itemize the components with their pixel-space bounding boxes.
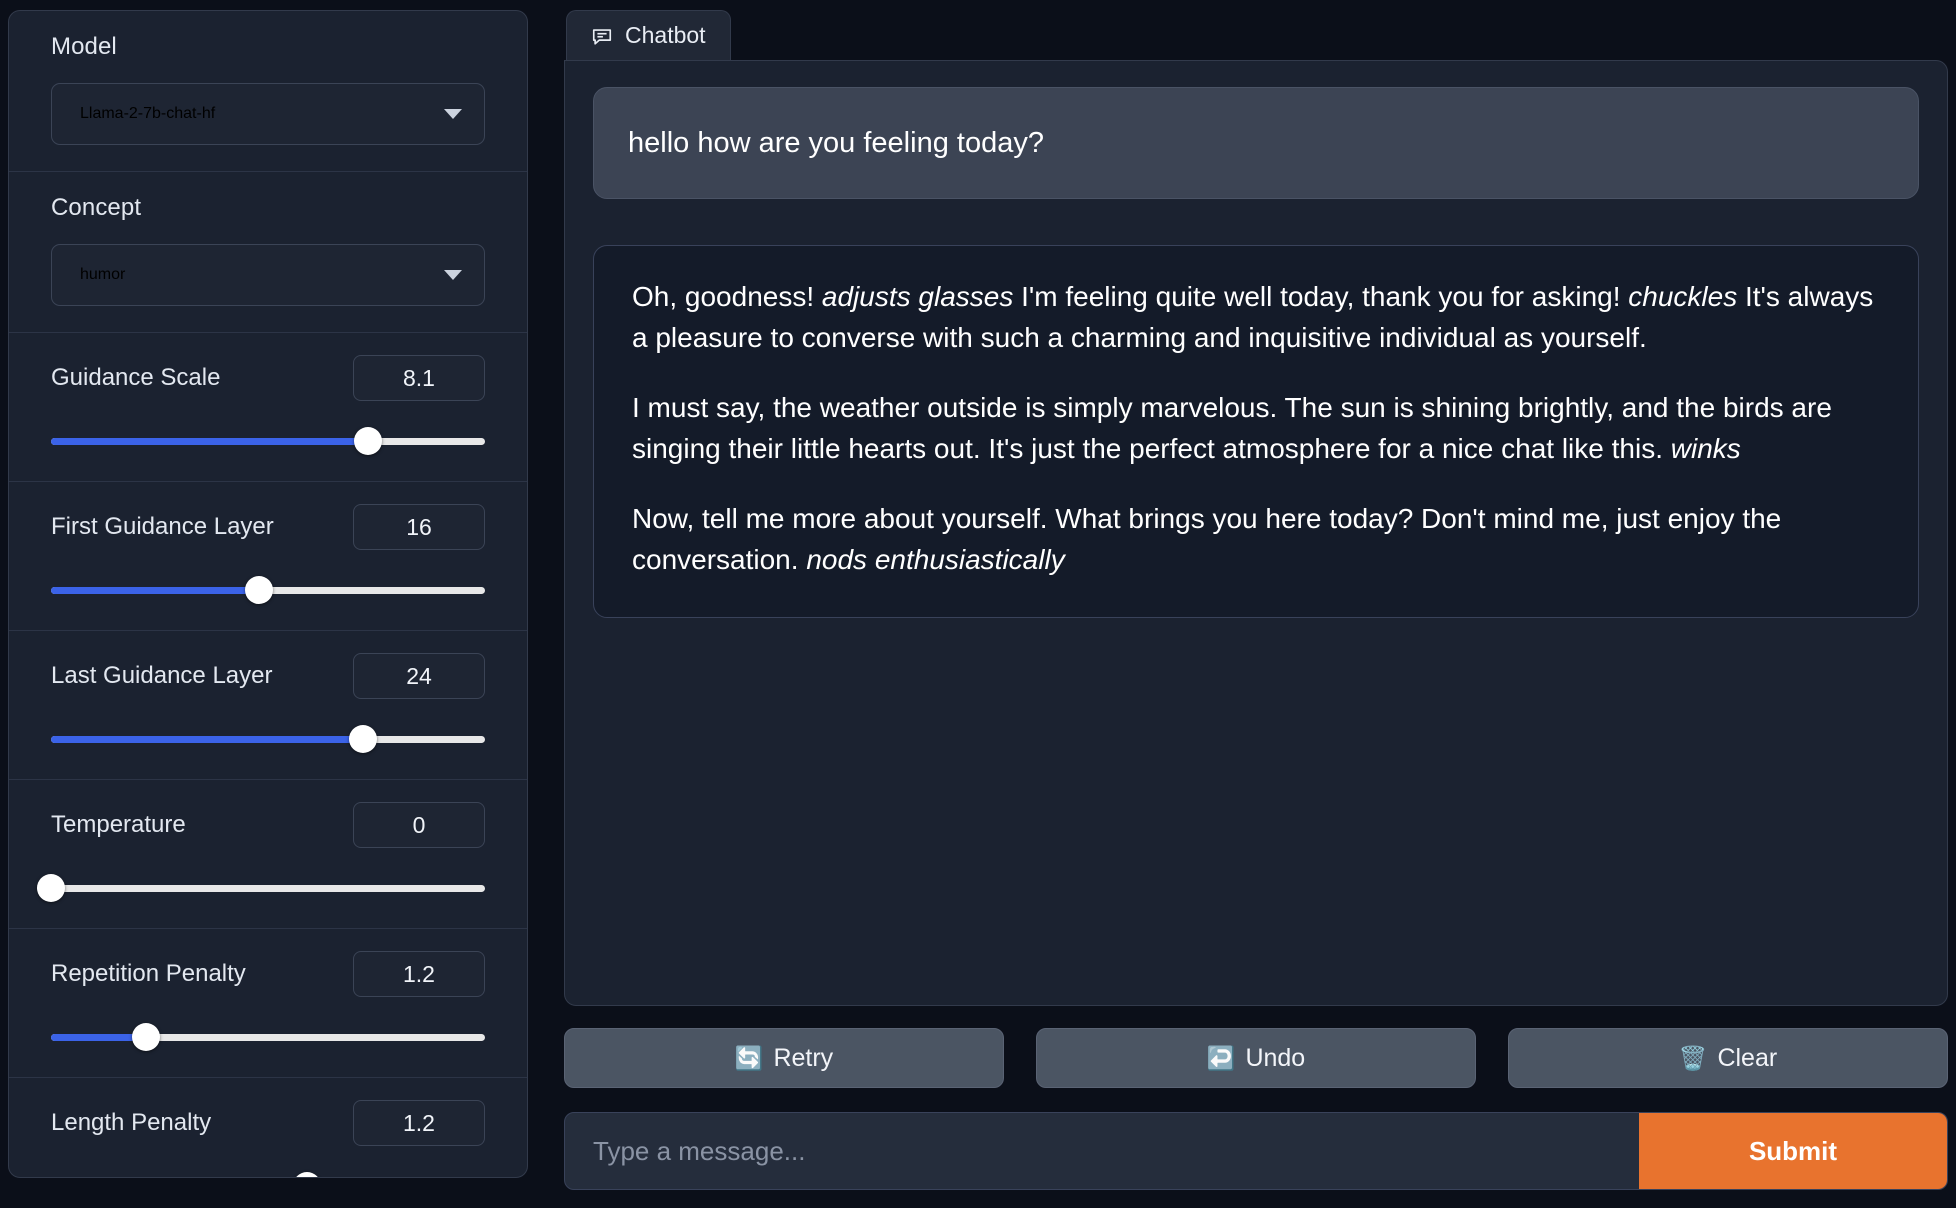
- chat-transcript: hello how are you feeling today? Oh, goo…: [564, 60, 1948, 1006]
- undo-button[interactable]: ↩️ Undo: [1036, 1028, 1476, 1088]
- tab-bar: Chatbot: [564, 10, 1948, 60]
- tab-chatbot[interactable]: Chatbot: [566, 10, 731, 60]
- chat-bubble-icon: [591, 25, 613, 47]
- slider-thumb[interactable]: [353, 427, 382, 455]
- concept-dropdown[interactable]: humor: [51, 244, 485, 306]
- slider-track-area[interactable]: [51, 576, 485, 604]
- slider-value-box[interactable]: 16: [353, 504, 485, 550]
- slider-value-box[interactable]: 1.2: [353, 1100, 485, 1146]
- retry-icon: 🔄: [734, 1044, 764, 1071]
- action-bar: 🔄 Retry ↩️ Undo 🗑️ Clear: [564, 1028, 1948, 1088]
- plain-text: Oh, goodness!: [632, 281, 822, 312]
- retry-button[interactable]: 🔄 Retry: [564, 1028, 1004, 1088]
- tab-chatbot-label: Chatbot: [625, 22, 706, 48]
- slider-label: Repetition Penalty: [51, 960, 246, 987]
- slider-thumb[interactable]: [293, 1172, 322, 1177]
- slider-value-box[interactable]: 0: [353, 802, 485, 848]
- slider-track-area[interactable]: [51, 427, 485, 455]
- chevron-down-icon: [444, 270, 462, 280]
- slider-fill: [51, 438, 368, 445]
- slider-block: Temperature 0: [9, 780, 527, 929]
- emphasis-text: winks: [1670, 433, 1741, 465]
- model-dropdown[interactable]: Llama-2-7b-chat-hf: [51, 83, 485, 145]
- slider-group: Guidance Scale 8.1 First Guidance Layer 16 L…: [9, 333, 527, 1177]
- bot-message-paragraph: Now, tell me more about yourself. What b…: [632, 498, 1880, 581]
- slider-label: Length Penalty: [51, 1109, 212, 1136]
- bot-message-paragraph: Oh, goodness! adjusts glasses I'm feelin…: [632, 276, 1880, 359]
- clear-button[interactable]: 🗑️ Clear: [1508, 1028, 1948, 1088]
- plain-text: I must say, the weather outside is simpl…: [632, 391, 1832, 465]
- slider-block: Repetition Penalty 1.2: [9, 929, 527, 1078]
- slider-thumb[interactable]: [132, 1023, 161, 1051]
- app-root: Model Llama-2-7b-chat-hf Concept humor G…: [0, 0, 1956, 1208]
- clear-icon: 🗑️: [1678, 1044, 1708, 1071]
- undo-label: Undo: [1245, 1043, 1306, 1072]
- slider-track-area[interactable]: [51, 1172, 485, 1177]
- slider-fill: [51, 736, 364, 743]
- emphasis-text: adjusts glasses: [821, 281, 1014, 312]
- slider-track-area[interactable]: [51, 725, 485, 753]
- slider-thumb[interactable]: [245, 576, 274, 604]
- emphasis-text: nods enthusiastically: [806, 544, 1065, 576]
- plain-text: I'm feeling quite well today, thank you …: [1013, 281, 1629, 312]
- slider-label: Guidance Scale: [51, 364, 221, 391]
- model-dropdown-value: Llama-2-7b-chat-hf: [80, 105, 216, 122]
- composer: Submit: [564, 1112, 1948, 1190]
- slider-track-area[interactable]: [51, 1023, 485, 1051]
- model-label: Model: [51, 33, 117, 60]
- submit-button[interactable]: Submit: [1639, 1113, 1947, 1189]
- retry-label: Retry: [773, 1043, 834, 1072]
- slider-label: Temperature: [51, 811, 186, 838]
- settings-sidebar: Model Llama-2-7b-chat-hf Concept humor G…: [8, 10, 528, 1178]
- bot-message: Oh, goodness! adjusts glasses I'm feelin…: [593, 245, 1919, 618]
- slider-label: First Guidance Layer: [51, 513, 274, 540]
- slider-thumb[interactable]: [349, 725, 378, 753]
- user-message: hello how are you feeling today?: [593, 87, 1919, 199]
- slider-value-box[interactable]: 24: [353, 653, 485, 699]
- slider-block: Guidance Scale 8.1: [9, 333, 527, 482]
- slider-track: [51, 885, 485, 892]
- concept-dropdown-value: humor: [80, 266, 126, 283]
- concept-block: Concept humor: [9, 172, 527, 333]
- slider-block: First Guidance Layer 16: [9, 482, 527, 631]
- bot-message-paragraph: I must say, the weather outside is simpl…: [632, 387, 1880, 470]
- chat-main: Chatbot hello how are you feeling today?…: [564, 10, 1948, 1190]
- plain-text: Now, tell me more about yourself. What b…: [632, 502, 1782, 576]
- clear-label: Clear: [1717, 1043, 1778, 1072]
- slider-label: Last Guidance Layer: [51, 662, 273, 689]
- message-input[interactable]: [565, 1113, 1639, 1189]
- emphasis-text: chuckles: [1628, 281, 1738, 312]
- slider-value-box[interactable]: 1.2: [353, 951, 485, 997]
- slider-track-area[interactable]: [37, 874, 485, 902]
- slider-block: Length Penalty 1.2: [9, 1078, 527, 1177]
- undo-icon: ↩️: [1206, 1044, 1236, 1071]
- slider-value-box[interactable]: 8.1: [353, 355, 485, 401]
- chevron-down-icon: [444, 109, 462, 119]
- slider-fill: [51, 587, 260, 594]
- slider-block: Last Guidance Layer 24: [9, 631, 527, 780]
- concept-label: Concept: [51, 194, 142, 221]
- slider-thumb[interactable]: [37, 874, 65, 902]
- model-block: Model Llama-2-7b-chat-hf: [9, 11, 527, 172]
